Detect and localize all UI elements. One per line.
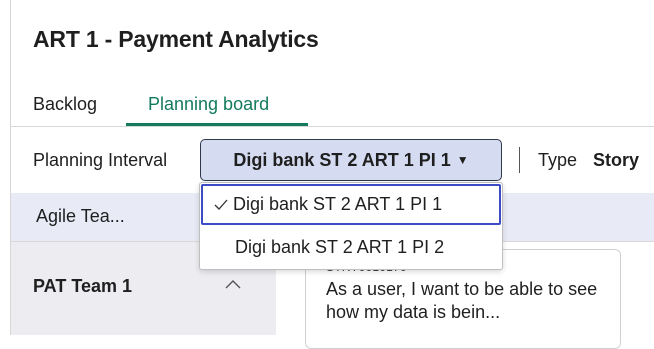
planning-interval-select[interactable]: Digi bank ST 2 ART 1 PI 1 ▼ <box>200 139 502 181</box>
dropdown-option-label: Digi bank ST 2 ART 1 PI 2 <box>235 237 445 257</box>
planning-interval-dropdown: Digi bank ST 2 ART 1 PI 1 Digi bank ST 2… <box>199 182 503 270</box>
column-header-agile-team[interactable]: Agile Tea... <box>36 206 125 227</box>
page-title: ART 1 - Payment Analytics <box>33 26 319 52</box>
filter-separator <box>519 147 520 173</box>
type-label: Type <box>538 150 578 170</box>
planning-interval-label: Planning Interval <box>33 150 168 170</box>
story-description: As a user, I want to be able to see how … <box>326 279 598 322</box>
dropdown-option-label: Digi bank ST 2 ART 1 PI 1 <box>233 194 443 214</box>
planning-interval-value: Digi bank ST 2 ART 1 PI 1 <box>233 149 451 170</box>
type-value[interactable]: Story <box>593 150 639 171</box>
dropdown-option-pi-2[interactable]: Digi bank ST 2 ART 1 PI 2 <box>201 227 501 268</box>
tabs-divider <box>10 126 654 127</box>
team-name: PAT Team 1 <box>33 276 133 296</box>
tab-backlog[interactable]: Backlog <box>33 94 97 115</box>
caret-down-icon: ▼ <box>456 153 469 167</box>
tab-planning-board[interactable]: Planning board <box>148 94 269 115</box>
dropdown-option-pi-1[interactable]: Digi bank ST 2 ART 1 PI 1 <box>201 184 501 225</box>
check-icon <box>214 199 228 210</box>
chevron-up-icon[interactable] <box>224 278 242 290</box>
